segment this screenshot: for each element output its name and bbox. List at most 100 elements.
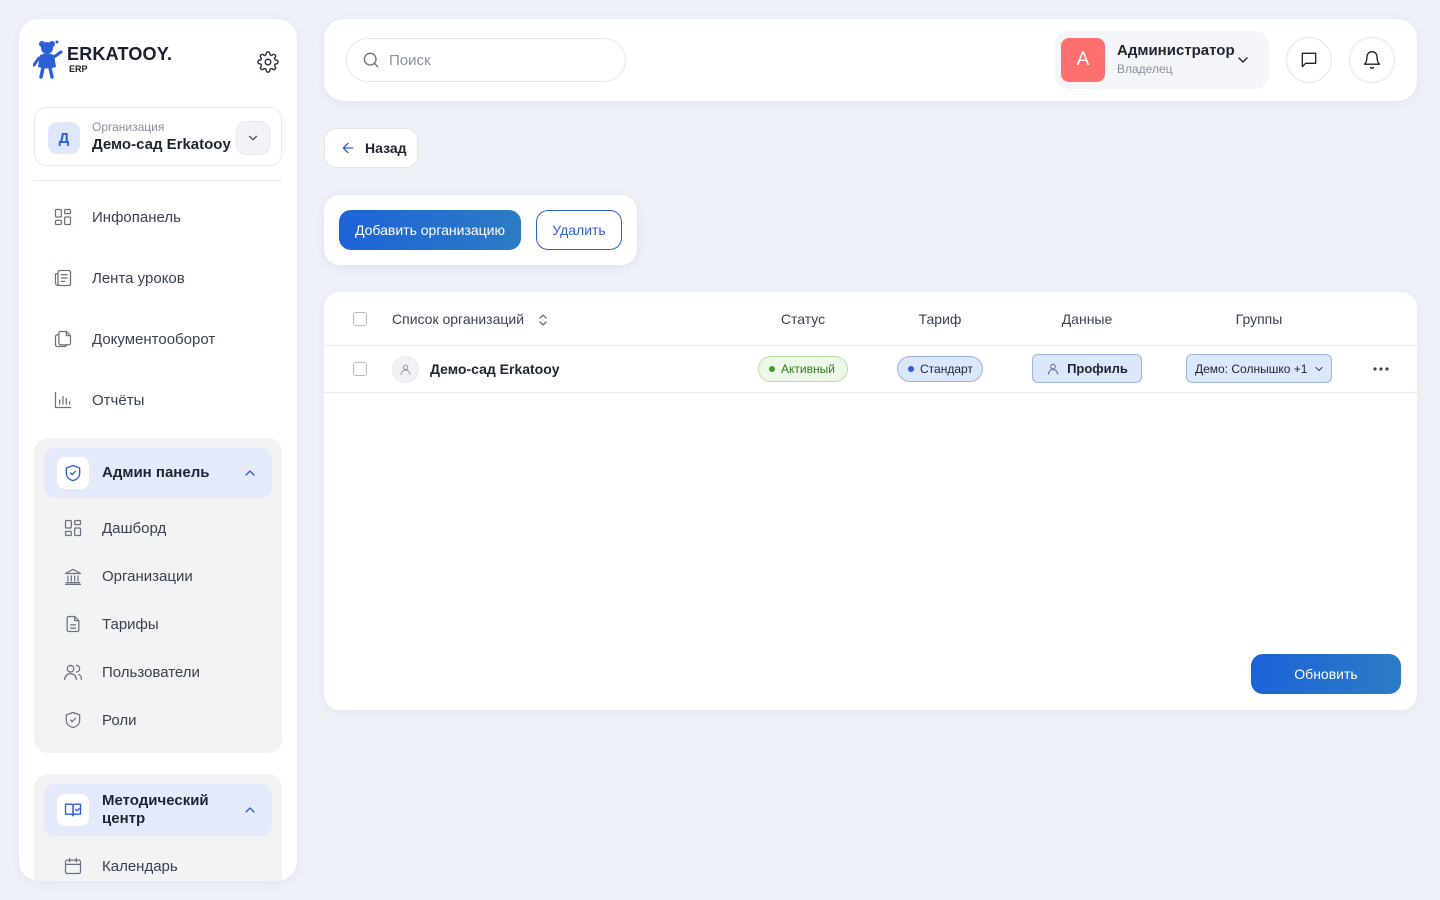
nav-item-label: Документооборот bbox=[92, 330, 216, 348]
admin-section-title: Админ панель bbox=[102, 464, 210, 481]
messages-button[interactable] bbox=[1286, 37, 1332, 83]
bell-icon bbox=[1363, 51, 1381, 69]
users-icon bbox=[63, 662, 83, 682]
user-menu[interactable]: А Администратор Владелец bbox=[1055, 31, 1269, 89]
avatar: А bbox=[1061, 38, 1105, 82]
refresh-button[interactable]: Обновить bbox=[1251, 654, 1401, 694]
nav-item-lessons-feed[interactable]: Лента уроков bbox=[34, 258, 282, 298]
topbar: А Администратор Владелец bbox=[324, 19, 1417, 101]
tariff-label: Стандарт bbox=[920, 362, 973, 376]
sidebar-item-label: Роли bbox=[102, 711, 137, 729]
column-header-organizations: Список организаций bbox=[392, 311, 548, 327]
sort-icon[interactable] bbox=[538, 314, 548, 326]
avatar bbox=[392, 356, 419, 383]
column-header-groups: Группы bbox=[1235, 311, 1283, 327]
settings-gear-icon[interactable] bbox=[257, 51, 279, 73]
groups-value: Демо: Солнышко +1 bbox=[1195, 361, 1308, 376]
back-button[interactable]: Назад bbox=[324, 128, 418, 168]
row-checkbox[interactable] bbox=[353, 362, 367, 376]
organizations-table: Список организаций Статус Тариф Данные Г… bbox=[324, 292, 1417, 710]
chevron-down-icon bbox=[248, 135, 258, 141]
org-name: Демо-сад Erkatooy bbox=[92, 136, 231, 153]
user-name: Администратор bbox=[1117, 42, 1235, 59]
org-dropdown-button[interactable] bbox=[236, 121, 270, 155]
documents-icon bbox=[53, 329, 73, 349]
sidebar-item-organizations[interactable]: Организации bbox=[34, 558, 282, 594]
sidebar-item-roles[interactable]: Роли bbox=[34, 702, 282, 738]
chevron-up-icon bbox=[245, 470, 255, 476]
brand-sub: ERP bbox=[69, 64, 88, 74]
table-header: Список организаций Статус Тариф Данные Г… bbox=[324, 292, 1417, 346]
user-role: Владелец bbox=[1117, 62, 1173, 76]
groups-select[interactable]: Демо: Солнышко +1 bbox=[1186, 354, 1332, 383]
chevron-down-icon bbox=[1315, 366, 1323, 371]
sidebar-divider bbox=[34, 180, 282, 181]
method-section-title-line2: центр bbox=[102, 810, 146, 827]
status-label: Активный bbox=[781, 362, 835, 376]
chevron-up-icon bbox=[245, 807, 255, 813]
book-check-icon bbox=[57, 794, 89, 826]
admin-section-header[interactable]: Админ панель bbox=[44, 448, 272, 498]
status-dot bbox=[769, 366, 775, 372]
nav-item-documents[interactable]: Документооборот bbox=[34, 319, 282, 359]
admin-section: Админ панель Дашборд Организации Тарифы … bbox=[34, 438, 282, 753]
document-text-icon bbox=[63, 614, 83, 634]
nav-item-label: Инфопанель bbox=[92, 208, 181, 226]
nav-item-reports[interactable]: Отчёты bbox=[34, 380, 282, 420]
column-header-tariff: Тариф bbox=[918, 311, 962, 327]
chevron-down-icon bbox=[1238, 57, 1248, 63]
method-section: Методический центр Календарь bbox=[34, 774, 282, 881]
column-header-data: Данные bbox=[1061, 311, 1113, 327]
search-input[interactable] bbox=[389, 51, 609, 69]
add-organization-button[interactable]: Добавить организацию bbox=[339, 210, 521, 250]
select-all-checkbox[interactable] bbox=[353, 312, 367, 326]
sidebar-item-label: Дашборд bbox=[102, 519, 167, 537]
newspaper-icon bbox=[53, 268, 73, 288]
grid-icon bbox=[53, 207, 73, 227]
user-icon bbox=[400, 364, 411, 375]
tariff-dot bbox=[908, 366, 914, 372]
org-avatar: Д bbox=[48, 122, 80, 154]
sidebar-item-label: Пользователи bbox=[102, 663, 200, 681]
table-row[interactable]: Демо-сад Erkatooy Активный Стандарт Проф… bbox=[324, 346, 1417, 393]
sidebar: ERKATOOY. ERP Д Организация Демо-сад Erk… bbox=[19, 19, 297, 881]
brand-name: ERKATOOY. bbox=[67, 44, 173, 64]
shield-check-icon bbox=[57, 457, 89, 489]
tariff-badge: Стандарт bbox=[897, 356, 983, 382]
arrow-left-icon bbox=[342, 142, 354, 154]
column-header-label: Список организаций bbox=[392, 311, 525, 327]
more-actions-button[interactable] bbox=[1370, 358, 1392, 380]
method-section-title: Методический центр bbox=[102, 792, 209, 828]
sidebar-item-users[interactable]: Пользователи bbox=[34, 654, 282, 690]
more-horizontal-icon bbox=[1373, 367, 1389, 371]
method-section-title-line1: Методический bbox=[102, 792, 209, 809]
sidebar-item-label: Тарифы bbox=[102, 615, 159, 633]
chat-icon bbox=[1301, 52, 1317, 68]
org-label: Организация bbox=[92, 120, 165, 134]
method-section-header[interactable]: Методический центр bbox=[44, 784, 272, 836]
brand-logo[interactable]: ERKATOOY. ERP bbox=[33, 39, 172, 81]
org-row-name[interactable]: Демо-сад Erkatooy bbox=[430, 361, 560, 377]
search-box[interactable] bbox=[346, 38, 626, 82]
back-label: Назад bbox=[365, 140, 407, 156]
bank-icon bbox=[63, 566, 83, 586]
profile-label: Профиль bbox=[1067, 361, 1128, 376]
sidebar-item-label: Календарь bbox=[102, 857, 178, 875]
sidebar-item-tariffs[interactable]: Тарифы bbox=[34, 606, 282, 642]
shield-check-icon bbox=[63, 710, 83, 730]
grid-icon bbox=[63, 518, 83, 538]
notifications-button[interactable] bbox=[1349, 37, 1395, 83]
calendar-icon bbox=[63, 856, 83, 876]
nav-item-label: Лента уроков bbox=[92, 269, 185, 287]
profile-button[interactable]: Профиль bbox=[1032, 354, 1142, 383]
mascot-icon bbox=[33, 40, 63, 79]
delete-button[interactable]: Удалить bbox=[536, 210, 622, 250]
nav-item-label: Отчёты bbox=[92, 391, 145, 409]
org-switcher[interactable]: Д Организация Демо-сад Erkatooy bbox=[34, 107, 282, 166]
search-icon bbox=[363, 52, 379, 68]
nav-item-infopanel[interactable]: Инфопанель bbox=[34, 197, 282, 237]
actions-card: Добавить организацию Удалить bbox=[324, 195, 637, 265]
user-icon bbox=[1047, 363, 1059, 375]
sidebar-item-calendar[interactable]: Календарь bbox=[34, 848, 282, 881]
sidebar-item-dashboard[interactable]: Дашборд bbox=[34, 510, 282, 546]
